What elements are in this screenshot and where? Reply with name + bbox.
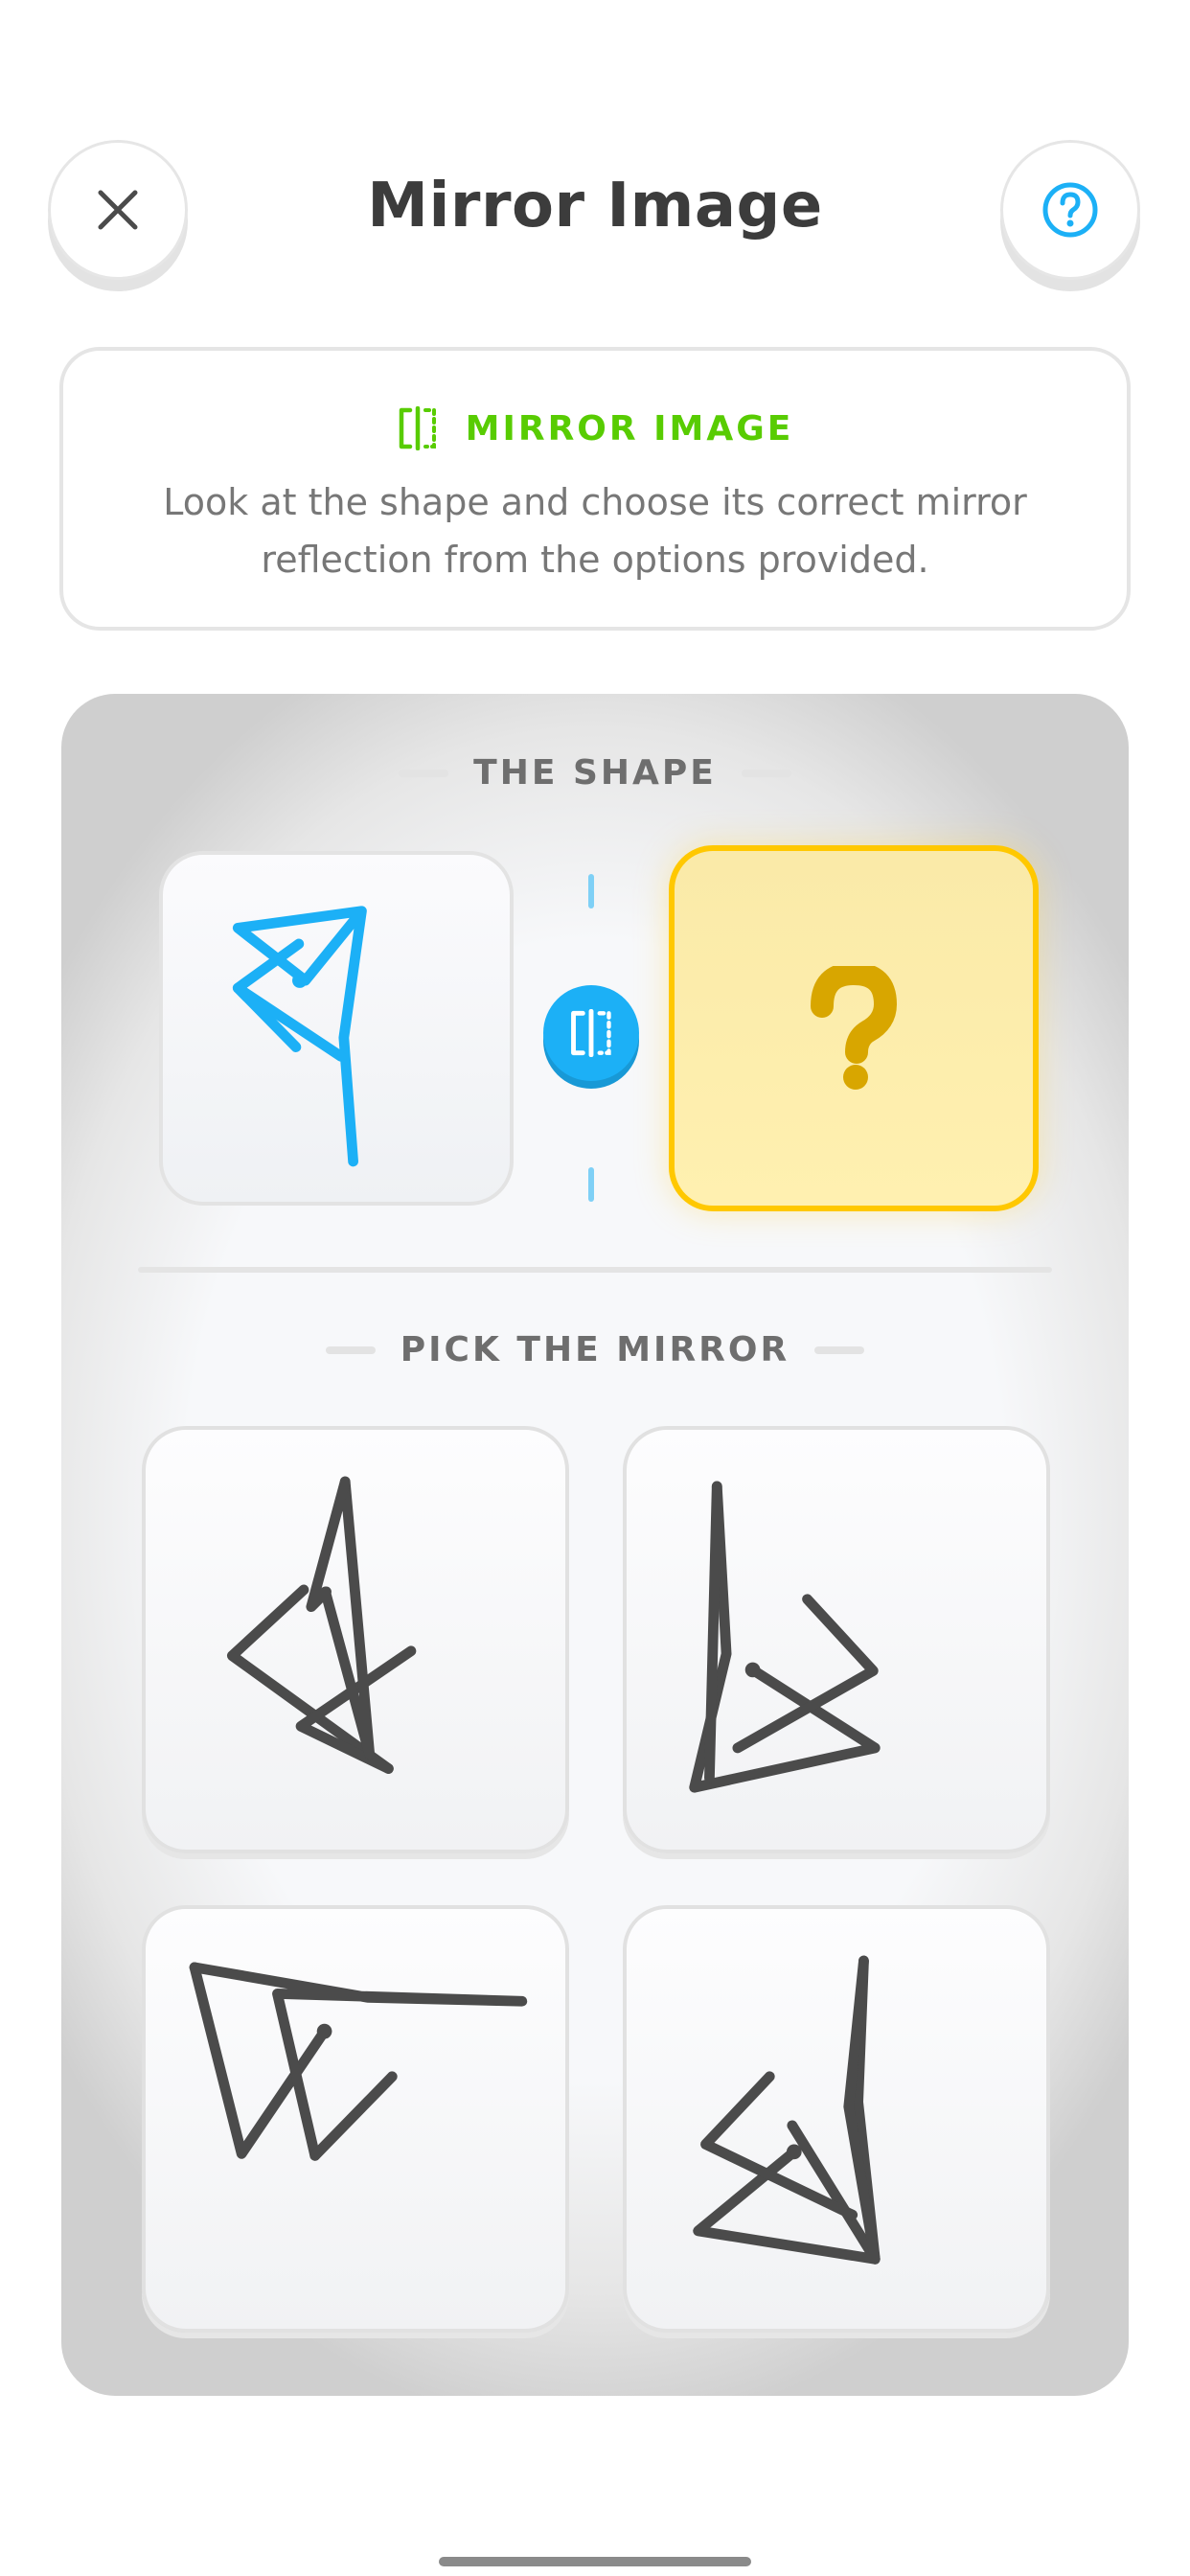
option-3-shape [189,1962,528,2161]
mirror-icon [399,406,436,450]
option-card-1[interactable] [142,1426,569,1853]
help-button[interactable] [1000,140,1140,280]
puzzle-panel: THE SHAPE PICK THE MIRROR [61,694,1129,2396]
instruction-label: MIRROR IMAGE [465,408,794,448]
answer-slot [669,845,1039,1211]
mirror-axis [543,864,639,1209]
option-4-shape [693,1955,881,2265]
option-card-4[interactable] [623,1905,1050,2333]
help-icon [1042,182,1098,238]
pick-label: PICK THE MIRROR [400,1330,790,1369]
shape-label: THE SHAPE [473,753,717,793]
target-shape-card [159,851,514,1206]
instruction-text: Look at the shape and choose its correct… [163,481,1027,581]
target-shape [232,906,367,1167]
option-2-shape [689,1481,881,1793]
mirror-badge [543,985,639,1081]
option-card-2[interactable] [623,1426,1050,1853]
pick-section-label: PICK THE MIRROR [61,1330,1129,1369]
home-indicator[interactable] [439,2557,751,2566]
question-mark-icon [811,966,898,1090]
section-divider [138,1267,1052,1273]
option-card-3[interactable] [142,1905,569,2333]
instruction-card: MIRROR IMAGE Look at the shape and choos… [59,347,1131,631]
mirror-icon [571,1009,611,1057]
option-1-shape [226,1476,417,1774]
shape-section-label: THE SHAPE [61,753,1129,793]
